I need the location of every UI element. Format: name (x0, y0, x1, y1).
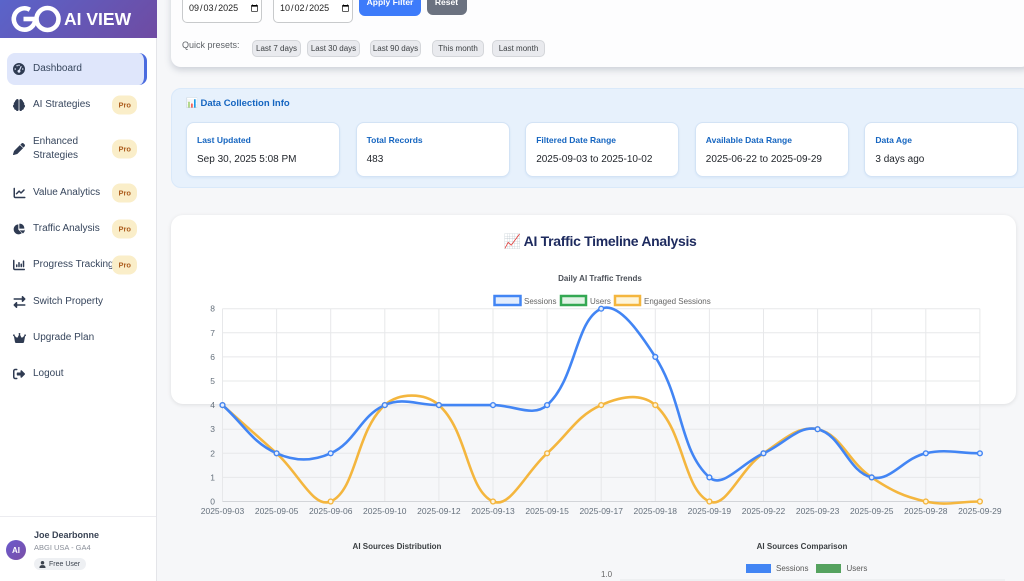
svg-text:AI VIEW: AI VIEW (64, 9, 132, 29)
